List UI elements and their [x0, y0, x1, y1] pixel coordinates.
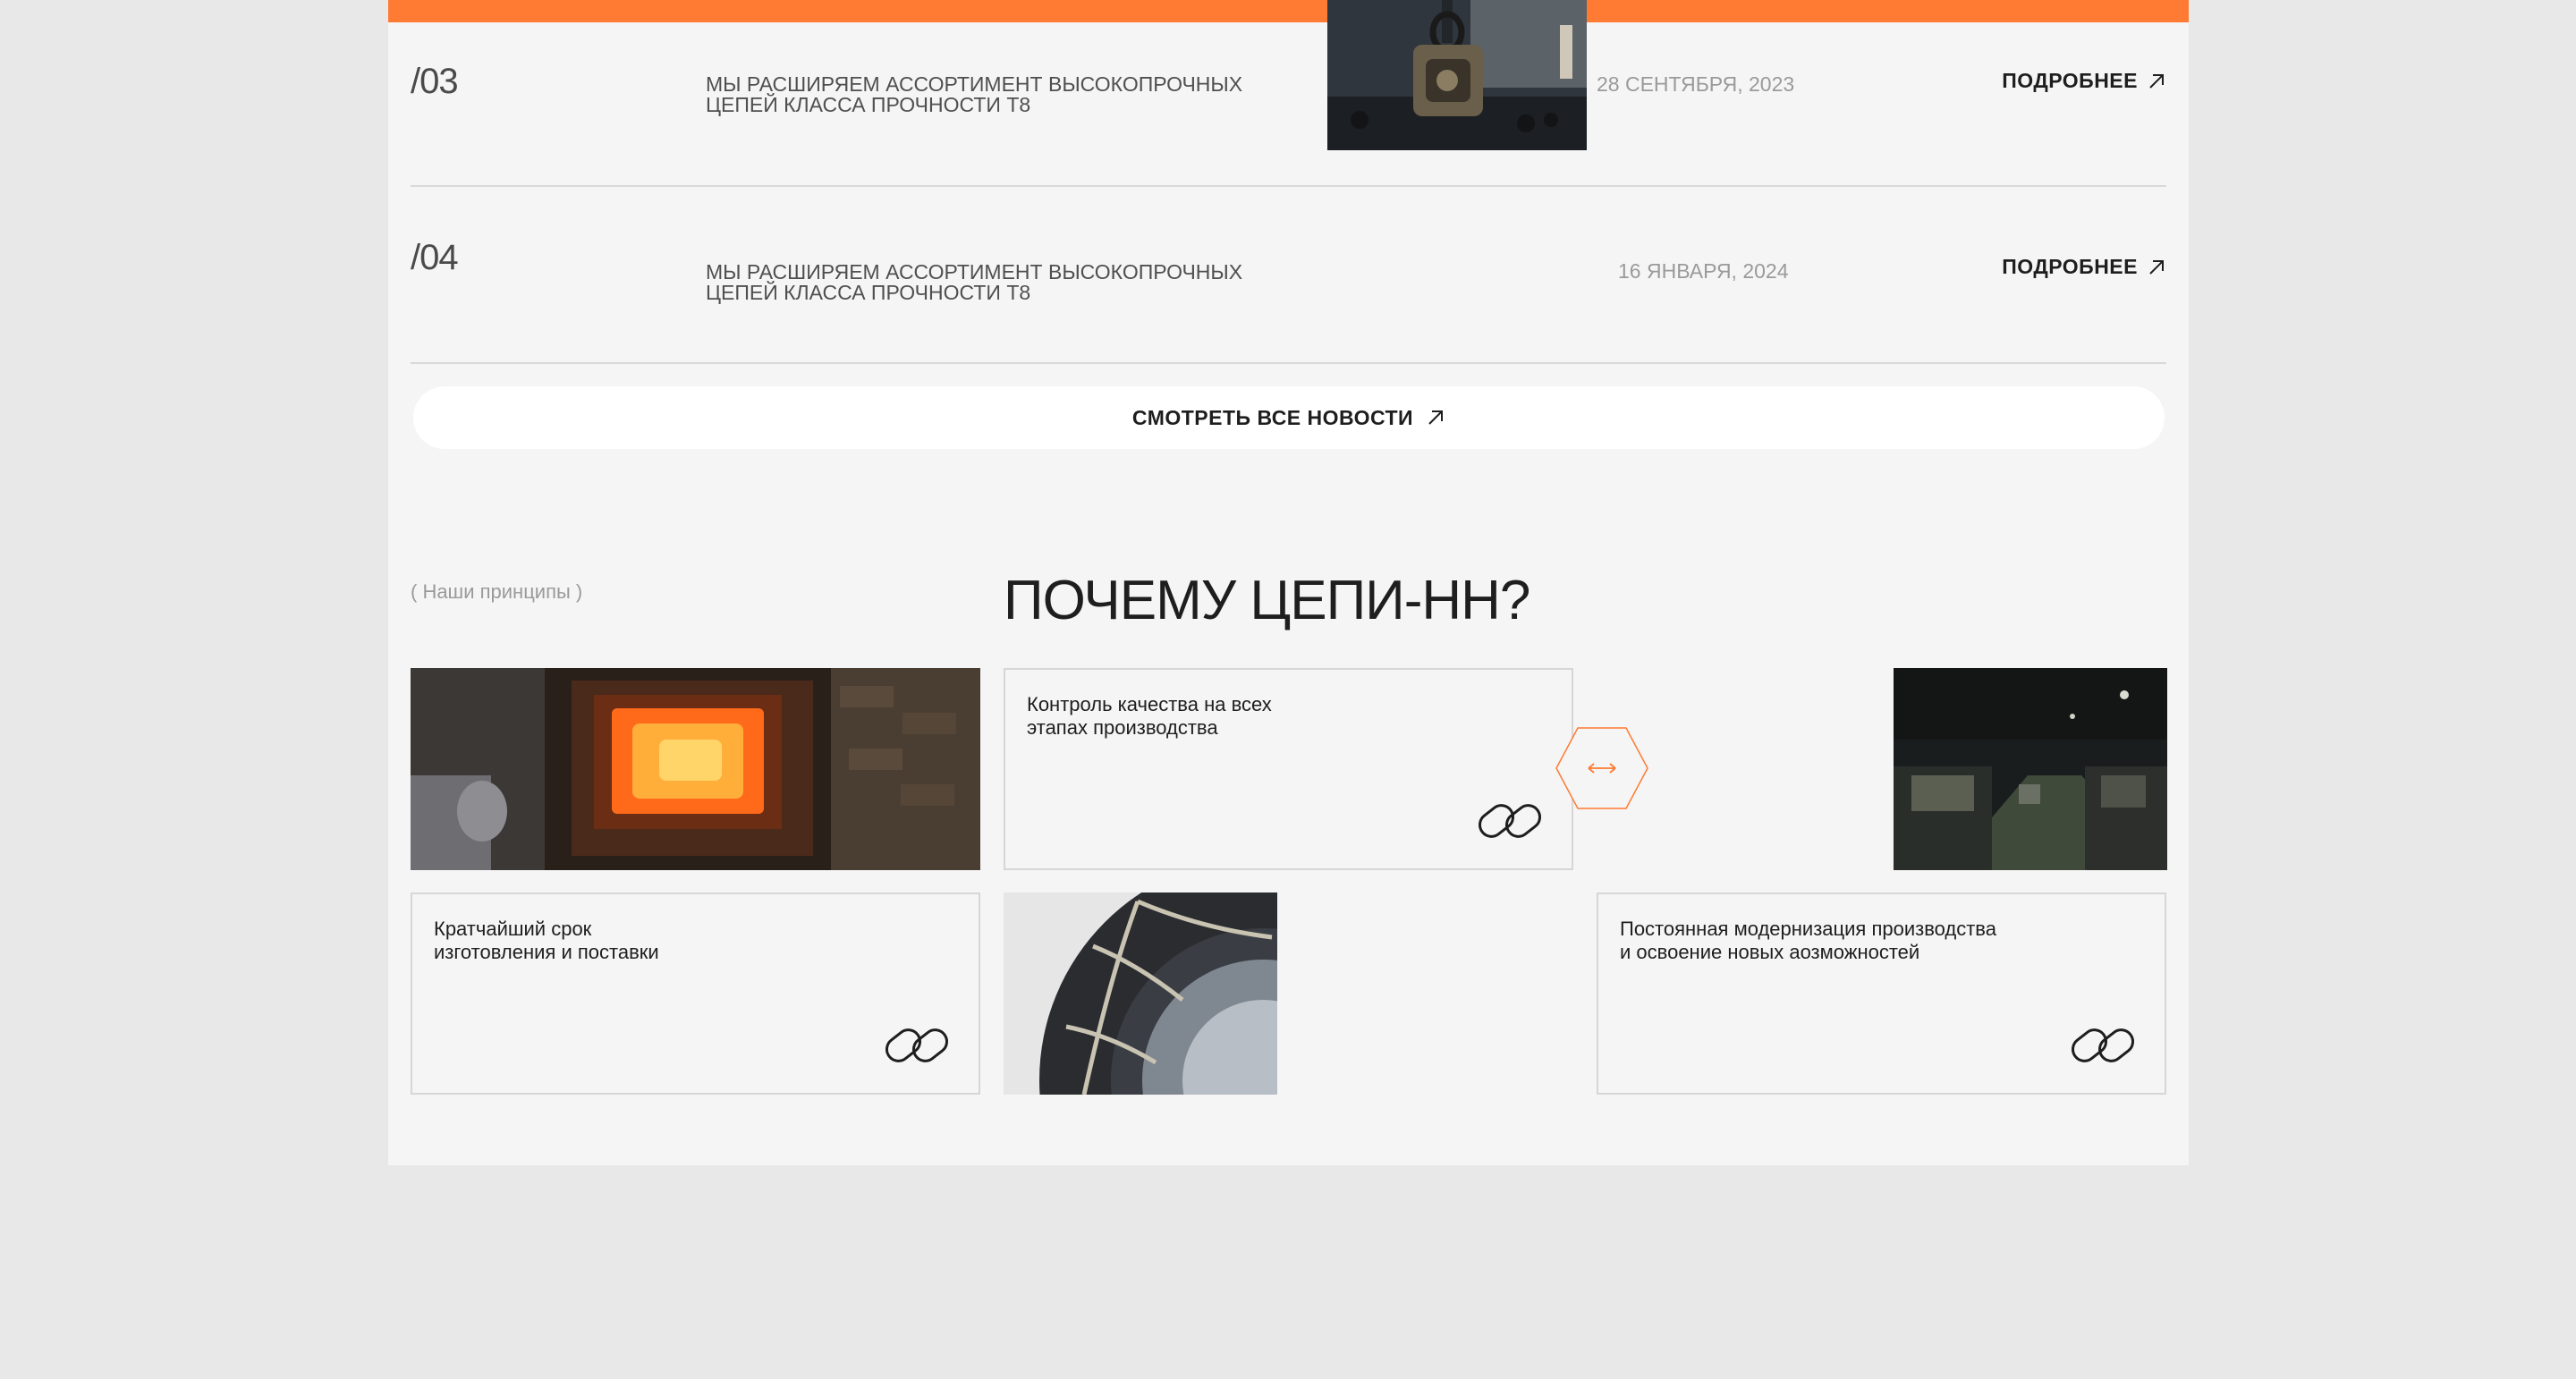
- all-news-label: СМОТРЕТЬ ВСЕ НОВОСТИ: [1131, 405, 1414, 429]
- furnace-photo: [411, 668, 980, 870]
- more-label: ПОДРОБНЕЕ: [2002, 255, 2138, 278]
- principle-card: Постоянная модернизация производства и о…: [1597, 893, 2166, 1095]
- arrow-up-right-icon: [2149, 259, 2164, 275]
- arrow-up-right-icon: [2149, 73, 2164, 89]
- card-text: Кратчайший срок изготовления и поставки: [434, 918, 659, 963]
- news-title[interactable]: МЫ РАСШИРЯЕМ АССОРТИМЕНТ ВЫСОКОПРОЧНЫХ Ц…: [706, 262, 1296, 303]
- divider: [411, 362, 2166, 364]
- chain-link-icon: [885, 1028, 949, 1062]
- news-number: /03: [411, 62, 459, 101]
- news-date: 28 СЕНТЯБРЯ, 2023: [1597, 72, 1795, 96]
- more-link[interactable]: ПОДРОБНЕЕ: [2002, 69, 2166, 93]
- tire-chain-photo: [1004, 893, 1277, 1095]
- swap-arrows-icon[interactable]: [1555, 726, 1649, 810]
- all-news-button[interactable]: СМОТРЕТЬ ВСЕ НОВОСТИ: [413, 386, 2165, 449]
- news-number: /04: [411, 238, 459, 277]
- news-title[interactable]: МЫ РАСШИРЯЕМ АССОРТИМЕНТ ВЫСОКОПРОЧНЫХ Ц…: [706, 74, 1296, 115]
- card-text: Контроль качества на всех этапах произво…: [1027, 693, 1272, 739]
- arrow-up-right-icon: [1428, 410, 1444, 425]
- section-label: ( Наши принципы ): [411, 580, 583, 603]
- news-image[interactable]: [1327, 0, 1587, 150]
- news-date: 16 ЯНВАРЯ, 2024: [1618, 259, 1789, 283]
- divider: [411, 185, 2166, 187]
- section-title: ПОЧЕМУ ЦЕПИ-НН?: [1004, 570, 1530, 631]
- more-link[interactable]: ПОДРОБНЕЕ: [2002, 255, 2166, 279]
- workshop-photo: [1894, 668, 2167, 870]
- principle-card: Кратчайший срок изготовления и поставки: [411, 893, 980, 1095]
- news-row: /04 МЫ РАСШИРЯЕМ АССОРТИМЕНТ ВЫСОКОПРОЧН…: [411, 189, 2166, 364]
- chain-link-icon: [2071, 1028, 2135, 1062]
- news-row: /03 МЫ РАСШИРЯЕМ АССОРТИМЕНТ ВЫСОКОПРОЧН…: [411, 0, 2166, 187]
- more-label: ПОДРОБНЕЕ: [2002, 69, 2138, 92]
- page: /03 МЫ РАСШИРЯЕМ АССОРТИМЕНТ ВЫСОКОПРОЧН…: [388, 0, 2189, 1165]
- chain-link-icon: [1478, 804, 1542, 838]
- principle-card: Контроль качества на всех этапах произво…: [1004, 668, 1573, 870]
- card-text: Постоянная модернизация производства и о…: [1620, 918, 1996, 963]
